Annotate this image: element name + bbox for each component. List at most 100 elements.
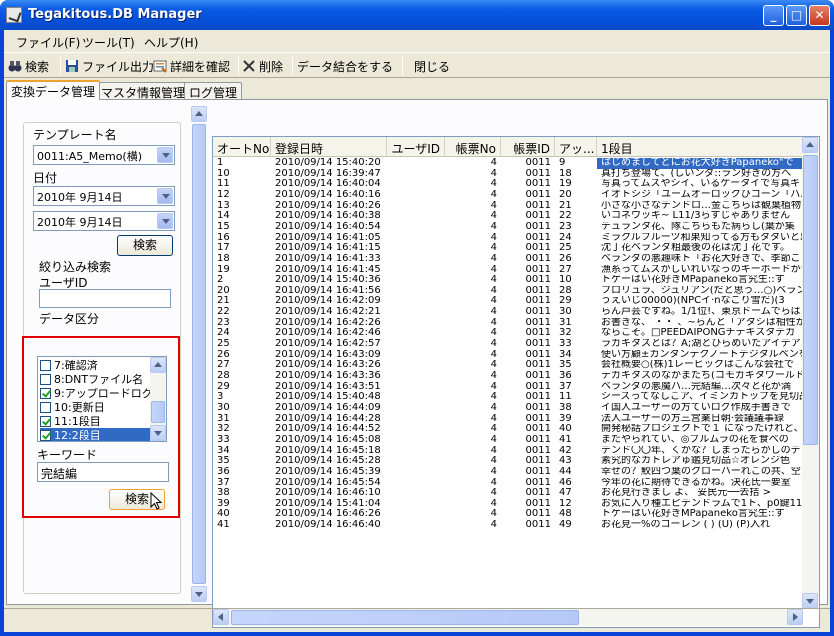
- scroll-down-icon[interactable]: [150, 425, 166, 441]
- left-pane-scrollbar[interactable]: [190, 106, 208, 606]
- checkbox[interactable]: [40, 359, 51, 371]
- table-row[interactable]: 20 2010/09/14 16:41:56 4 0011 28 フロリュラ、ジュリアン(…: [213, 286, 805, 297]
- menu-help[interactable]: ヘルプ(H): [144, 34, 198, 51]
- merge-data-button[interactable]: データ結合をする: [297, 57, 393, 75]
- checkbox[interactable]: [40, 429, 51, 441]
- table-row[interactable]: 36 2010/09/14 16:45:39 4 0011 44 幸せの？鮫四つ葉のクロー…: [213, 467, 805, 478]
- table-row[interactable]: 29 2010/09/14 16:43:51 4 0011 37 ベランダの悪魔ハ…完結編…: [213, 382, 805, 393]
- table-row[interactable]: 12 2010/09/14 16:40:16 4 0011 20 イオトシジ「ユームオーロ…: [213, 190, 805, 201]
- date-search-button[interactable]: 検索: [117, 235, 173, 256]
- minimize-button[interactable]: _: [763, 5, 784, 26]
- scroll-up-icon[interactable]: [191, 106, 207, 122]
- table-cell: お花見一%のコーレン ( ) (U) (P)入れ: [601, 520, 770, 531]
- table-cell: 20: [217, 285, 230, 296]
- table-row[interactable]: 24 2010/09/14 16:42:46 4 0011 32 ならこそ。□PEEDAI…: [213, 328, 805, 339]
- grid-vertical-scrollbar[interactable]: [802, 137, 819, 609]
- list-item[interactable]: 9:アップロードログID: [40, 386, 164, 400]
- column-header[interactable]: 登録日時: [271, 137, 387, 157]
- table-row[interactable]: 13 2010/09/14 16:40:26 4 0011 21 小さな小さなデンドロ…金…: [213, 201, 805, 212]
- close-window-button[interactable]: ✕: [809, 5, 830, 26]
- column-header[interactable]: 帳票ID: [501, 137, 555, 157]
- list-item[interactable]: 11:1段目: [40, 414, 152, 428]
- search-tool-button[interactable]: 検索: [8, 57, 49, 75]
- table-row[interactable]: 21 2010/09/14 16:42:09 4 0011 29 うえいじ00000)(N…: [213, 296, 805, 307]
- table-row[interactable]: 28 2010/09/14 16:43:36 4 0011 36 テガキタスのなかまたち(…: [213, 371, 805, 382]
- checkbox[interactable]: [40, 387, 51, 399]
- scroll-thumb[interactable]: [803, 155, 818, 445]
- table-row[interactable]: 37 2010/09/14 16:45:54 4 0011 46 今年の花に期待できるかね…: [213, 478, 805, 489]
- table-row[interactable]: 22 2010/09/14 16:42:21 4 0011 30 らん戸芸ですね。1/1位…: [213, 307, 805, 318]
- scroll-up-icon[interactable]: [150, 357, 166, 373]
- table-row[interactable]: 18 2010/09/14 16:41:33 4 0011 26 ベランダの悪趣味ト「お花…: [213, 254, 805, 265]
- list-item[interactable]: 12:2段目: [40, 428, 152, 441]
- menu-tools[interactable]: ツール(T): [82, 34, 135, 51]
- table-row[interactable]: 14 2010/09/14 16:40:38 4 0011 22 いコネウッギ~ L11/…: [213, 211, 805, 222]
- data-grid[interactable]: オートNo 登録日時 ユーザID 帳票No 帳票ID アッ... 1段目 1 20…: [212, 136, 820, 628]
- tab-conversion-data[interactable]: 変換データ管理: [6, 80, 101, 100]
- column-header[interactable]: アッ...: [555, 137, 597, 157]
- chevron-down-icon[interactable]: [157, 188, 173, 204]
- table-row[interactable]: 17 2010/09/14 16:41:15 4 0011 25 沈丁花ベランダ粗最後の花…: [213, 243, 805, 254]
- list-item[interactable]: 7:確認済: [40, 358, 152, 372]
- table-row[interactable]: 19 2010/09/14 16:41:45 4 0011 27 漁系ってムズかしいれいな…: [213, 265, 805, 276]
- title-bar[interactable]: Tegakitous.DB Manager _ □ ✕: [0, 0, 834, 30]
- table-row[interactable]: 35 2010/09/14 16:45:28 4 0011 43 素究的なカトレアゅ鑑見切…: [213, 456, 805, 467]
- table-row[interactable]: 1 2010/09/14 15:40:20 4 0011 9 はじめましてどにお花大好きP…: [213, 158, 805, 169]
- column-header[interactable]: オートNo: [213, 137, 271, 157]
- scroll-thumb[interactable]: [151, 401, 165, 423]
- chevron-down-icon[interactable]: [157, 147, 173, 163]
- table-row[interactable]: 40 2010/09/14 16:46:26 4 0011 48 トゲーはい花好きMPap…: [213, 509, 805, 520]
- table-cell: [387, 499, 445, 510]
- table-row[interactable]: 26 2010/09/14 16:43:09 4 0011 34 使い方顧±カンタンテクノ…: [213, 350, 805, 361]
- table-row[interactable]: 15 2010/09/14 16:40:54 4 0011 23 デュランタ花、隊こちらも…: [213, 222, 805, 233]
- table-row[interactable]: 2 2010/09/14 15:40:36 4 0011 10 トゲーはい花好きMPapa…: [213, 275, 805, 286]
- column-header[interactable]: ユーザID: [387, 137, 445, 157]
- table-row[interactable]: 23 2010/09/14 16:42:26 4 0011 31 お書きな、 ・・ 、~ら…: [213, 318, 805, 329]
- table-row[interactable]: 38 2010/09/14 16:46:10 4 0011 47 お花見行きまし よ、 妥…: [213, 488, 805, 499]
- table-row[interactable]: 30 2010/09/14 16:44:09 4 0011 38 イ国人ユーザーの方ていロ…: [213, 403, 805, 414]
- file-output-label: ファイル出力: [82, 59, 155, 74]
- date-to-picker[interactable]: 2010年 9月14日: [33, 211, 175, 231]
- scroll-down-icon[interactable]: [191, 586, 207, 602]
- table-row[interactable]: 11 2010/09/14 16:40:04 4 0011 19 写真ってムズやシイ、いる…: [213, 179, 805, 190]
- table-row[interactable]: 16 2010/09/14 16:41:05 4 0011 24 ミラクルフルーツ和果知っ…: [213, 233, 805, 244]
- userid-field[interactable]: [39, 289, 171, 308]
- checkbox[interactable]: [40, 415, 51, 427]
- file-output-button[interactable]: ファイル出力: [65, 57, 154, 75]
- table-cell: らん戸芸ですね。1/1位!、東京ドームでらば: [601, 307, 801, 318]
- chevron-down-icon[interactable]: [157, 213, 173, 229]
- checklist-scrollbar[interactable]: [150, 357, 166, 441]
- checkbox[interactable]: [40, 373, 51, 385]
- details-button[interactable]: 詳細を確認: [153, 57, 230, 75]
- delete-button[interactable]: 削除: [242, 57, 283, 75]
- table-row[interactable]: 27 2010/09/14 16:43:26 4 0011 35 会社概要○(株)1レービ…: [213, 360, 805, 371]
- table-row[interactable]: 32 2010/09/14 16:44:52 4 0011 40 開発秘話プロジェクトで１…: [213, 424, 805, 435]
- tab-log[interactable]: ログ管理: [184, 82, 243, 100]
- checkbox[interactable]: [40, 401, 51, 413]
- scroll-down-icon[interactable]: [802, 593, 818, 609]
- table-row[interactable]: 41 2010/09/14 16:46:40 4 0011 49 お花見一%のコーレン (…: [213, 520, 805, 531]
- scroll-up-icon[interactable]: [802, 137, 818, 153]
- table-row[interactable]: 10 2010/09/14 16:39:47 4 0011 18 真打ち登場て、(しいンダ…: [213, 169, 805, 180]
- close-tool-button[interactable]: 閉じる: [414, 57, 450, 75]
- keyword-field[interactable]: 完結編: [37, 462, 169, 482]
- table-row[interactable]: 39 2010/09/14 15:41:04 4 0011 12 お気に入り種エピデンドラ…: [213, 499, 805, 510]
- table-row[interactable]: 31 2010/09/14 16:44:28 4 0011 39 法人ユーザーの方三営業日…: [213, 414, 805, 425]
- menu-file[interactable]: ファイル(F): [16, 34, 80, 51]
- data-type-checklist[interactable]: 7:確認済 8:DNTファイル名 9:アップロードログID 10:更新日 11:…: [37, 356, 167, 442]
- scroll-thumb[interactable]: [192, 124, 206, 584]
- table-row[interactable]: 3 2010/09/14 15:40:48 4 0011 11 シーズってなしこア、イミン…: [213, 392, 805, 403]
- maximize-button[interactable]: □: [786, 5, 807, 26]
- table-row[interactable]: 25 2010/09/14 16:42:57 4 0011 33 ラガキタスとは？A;湖と…: [213, 339, 805, 350]
- save-icon: [66, 60, 78, 72]
- list-item[interactable]: 8:DNTファイル名: [40, 372, 152, 386]
- template-combo[interactable]: 0011:A5_Memo(横): [33, 145, 175, 165]
- date-from-picker[interactable]: 2010年 9月14日: [33, 186, 175, 206]
- table-row[interactable]: 33 2010/09/14 16:45:08 4 0011 41 またやられてい、◎ブルム…: [213, 435, 805, 446]
- tab-master-info[interactable]: マスタ情報管理: [96, 82, 191, 100]
- column-header[interactable]: 1段目: [597, 137, 805, 157]
- column-header[interactable]: 帳票No: [445, 137, 501, 157]
- table-cell: [387, 233, 445, 244]
- list-item[interactable]: 10:更新日: [40, 400, 152, 414]
- table-row[interactable]: 34 2010/09/14 16:45:18 4 0011 42 デンド〇〇年、くかな？し…: [213, 446, 805, 457]
